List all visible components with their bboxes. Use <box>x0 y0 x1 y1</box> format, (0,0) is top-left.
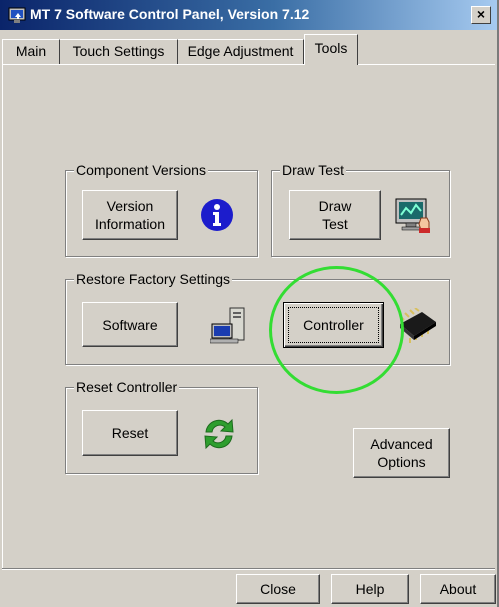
reset-controller-legend: Reset Controller <box>74 379 180 395</box>
draw-test-legend: Draw Test <box>280 162 346 178</box>
version-information-button[interactable]: Version Information <box>82 190 178 240</box>
app-icon <box>8 7 26 23</box>
advanced-options-label-line2: Options <box>377 454 426 470</box>
advanced-options-label-line1: Advanced <box>370 436 433 452</box>
close-window-button[interactable]: × <box>471 6 491 24</box>
version-information-label-line2: Information <box>94 216 166 232</box>
tab-strip: Main Touch Settings Edge Adjustment Tool… <box>0 34 497 65</box>
version-information-label-line1: Version <box>106 198 154 214</box>
advanced-options-button[interactable]: Advanced Options <box>353 428 450 478</box>
help-button-label: Help <box>355 581 385 597</box>
tab-tools[interactable]: Tools <box>304 34 358 65</box>
controller-button[interactable]: Controller <box>283 302 384 348</box>
tab-main[interactable]: Main <box>2 39 60 64</box>
draw-test-label-line2: Test <box>322 216 348 232</box>
monitor-draw-icon <box>395 198 430 233</box>
focus-ring <box>288 307 379 343</box>
computer-icon <box>210 307 245 344</box>
tab-edge-adjustment[interactable]: Edge Adjustment <box>178 39 304 64</box>
draw-test-button[interactable]: Draw Test <box>289 190 381 240</box>
info-icon <box>201 199 233 231</box>
close-icon: × <box>476 6 486 22</box>
tab-touch-settings[interactable]: Touch Settings <box>60 39 178 64</box>
control-panel-window: MT 7 Software Control Panel, Version 7.1… <box>0 0 499 607</box>
close-button[interactable]: Close <box>236 574 320 604</box>
reset-button-label: Reset <box>111 425 149 441</box>
component-versions-legend: Component Versions <box>74 162 208 178</box>
help-button[interactable]: Help <box>331 574 409 604</box>
software-button[interactable]: Software <box>82 302 178 347</box>
refresh-icon <box>204 418 234 450</box>
about-button[interactable]: About <box>420 574 496 604</box>
chip-icon <box>399 308 436 343</box>
close-button-label: Close <box>260 581 296 597</box>
software-button-label: Software <box>102 316 158 333</box>
restore-factory-settings-legend: Restore Factory Settings <box>74 271 233 287</box>
about-button-label: About <box>439 581 477 597</box>
window-title: MT 7 Software Control Panel, Version 7.1… <box>30 6 310 22</box>
draw-test-label-line1: Draw <box>318 198 352 214</box>
reset-button[interactable]: Reset <box>82 410 178 456</box>
title-bar[interactable]: MT 7 Software Control Panel, Version 7.1… <box>0 0 497 30</box>
